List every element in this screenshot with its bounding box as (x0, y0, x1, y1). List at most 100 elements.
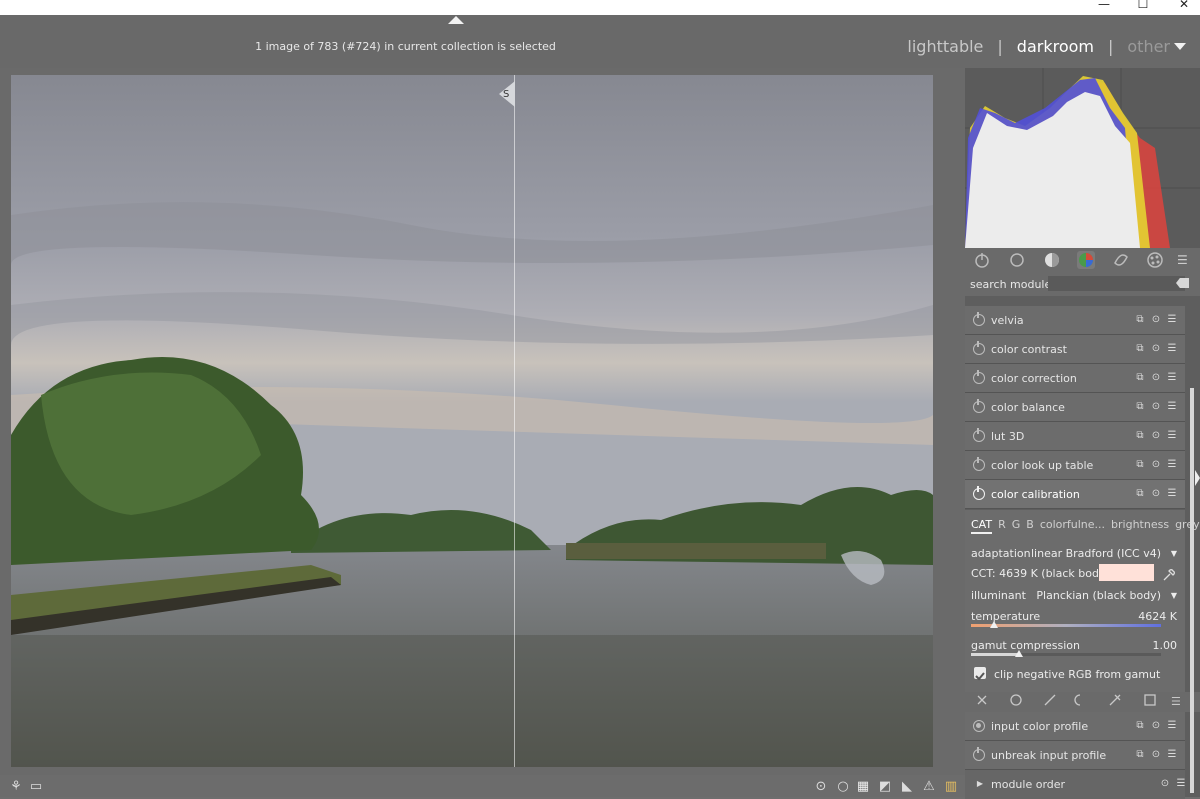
power-icon[interactable] (973, 747, 985, 761)
gamut-compression-slider-handle[interactable] (1014, 650, 1023, 657)
presets-menu-icon[interactable]: ☰ (1167, 402, 1177, 412)
adaptation-row[interactable]: adaptation linear Bradford (ICC v4) ▼ (971, 547, 1177, 560)
module-order[interactable]: ▶ module order ⊙ ☰ (965, 770, 1185, 799)
tab-g[interactable]: G (1012, 518, 1021, 534)
drawn-parametric-mask-icon[interactable] (1109, 694, 1121, 706)
active-modules-tab-icon[interactable] (973, 251, 991, 269)
expand-arrow-icon[interactable]: ▶ (975, 779, 985, 789)
temperature-row[interactable]: temperature 4624 K (971, 610, 1177, 623)
presets-menu-icon[interactable]: ☰ (1167, 721, 1177, 731)
multi-instance-icon[interactable]: ⧉ (1135, 315, 1145, 325)
reset-icon[interactable]: ⊙ (1160, 779, 1170, 789)
uniform-mask-icon[interactable] (1010, 694, 1022, 706)
maximize-button[interactable]: ☐ (1131, 0, 1155, 13)
reset-icon[interactable]: ⊙ (1151, 315, 1161, 325)
mask-menu-icon[interactable]: ☰ (1171, 695, 1181, 708)
color-assessment-icon[interactable]: ▦ (855, 779, 871, 795)
views-dropdown-icon[interactable] (1174, 43, 1186, 50)
multi-instance-icon[interactable]: ⧉ (1135, 431, 1145, 441)
presets-menu-icon[interactable]: ☰ (1167, 373, 1177, 383)
power-icon[interactable] (973, 370, 985, 384)
module-velvia[interactable]: velvia ⧉ ⊙ ☰ (965, 306, 1185, 335)
clip-negative-rgb-checkbox[interactable] (974, 667, 986, 681)
base-group-tab-icon[interactable] (1008, 251, 1026, 269)
presets-menu-icon[interactable]: ☰ (1167, 489, 1177, 499)
presets-menu-icon[interactable]: ☰ (1167, 431, 1177, 441)
collapse-top-panel-arrow-icon[interactable] (448, 16, 464, 24)
reset-icon[interactable]: ⊙ (1151, 402, 1161, 412)
module-color-correction[interactable]: color correction ⧉ ⊙ ☰ (965, 364, 1185, 393)
power-icon[interactable] (973, 399, 985, 413)
presets-menu-icon[interactable]: ☰ (1167, 460, 1177, 470)
reset-icon[interactable]: ⊙ (1151, 373, 1161, 383)
multi-instance-icon[interactable]: ⧉ (1135, 344, 1145, 354)
power-icon[interactable] (973, 486, 985, 500)
reset-icon[interactable]: ⊙ (1151, 431, 1161, 441)
reset-icon[interactable]: ⊙ (1151, 750, 1161, 760)
illuminant-row[interactable]: illuminant Planckian (black body) ▼ (971, 589, 1177, 602)
chevron-down-icon[interactable]: ▼ (1171, 549, 1177, 558)
color-picker-icon[interactable] (1163, 566, 1175, 581)
module-color-look-up-table[interactable]: color look up table ⧉ ⊙ ☰ (965, 451, 1185, 480)
tone-group-tab-icon[interactable] (1043, 251, 1061, 269)
focus-peaking-icon[interactable]: ⊙ (813, 779, 829, 795)
view-other[interactable]: other (1127, 37, 1170, 56)
multi-instance-icon[interactable]: ⧉ (1135, 373, 1145, 383)
split-handle[interactable]: S (499, 81, 515, 107)
chevron-down-icon[interactable]: ▼ (1171, 591, 1177, 600)
presets-menu-icon[interactable]: ☰ (1176, 779, 1186, 789)
power-icon[interactable] (973, 428, 985, 442)
effects-group-tab-icon[interactable] (1146, 251, 1164, 269)
module-color-contrast[interactable]: color contrast ⧉ ⊙ ☰ (965, 335, 1185, 364)
mask-off-icon[interactable] (977, 695, 987, 705)
tab-brightness[interactable]: brightness (1111, 518, 1169, 534)
temperature-slider-handle[interactable] (989, 621, 998, 628)
reset-icon[interactable]: ⊙ (1151, 344, 1161, 354)
presets-icon[interactable]: ⚘ (8, 779, 24, 795)
softproof-icon[interactable]: ◩ (877, 779, 893, 795)
adaptation-value[interactable]: linear Bradford (ICC v4) (1031, 547, 1161, 560)
multi-instance-icon[interactable]: ⧉ (1135, 750, 1145, 760)
tab-colorfulness[interactable]: colorfulne... (1040, 518, 1105, 534)
bulb-icon[interactable]: ○ (835, 779, 851, 795)
drawn-mask-icon[interactable] (1044, 694, 1056, 706)
presets-menu-icon[interactable]: ☰ (1167, 344, 1177, 354)
minimize-button[interactable]: — (1092, 0, 1116, 13)
power-icon[interactable] (973, 341, 985, 355)
guides-icon[interactable]: ▥ (943, 779, 959, 795)
parametric-mask-icon[interactable] (1074, 694, 1081, 706)
multi-instance-icon[interactable]: ⧉ (1135, 402, 1145, 412)
module-color-calibration[interactable]: color calibration ⧉ ⊙ ☰ (965, 480, 1185, 509)
gamut-compression-row[interactable]: gamut compression 1.00 (971, 639, 1177, 652)
correct-group-tab-icon[interactable] (1112, 251, 1130, 269)
reset-icon[interactable]: ⊙ (1151, 489, 1161, 499)
illuminant-value[interactable]: Planckian (black body) (1036, 589, 1161, 602)
illuminant-color-swatch[interactable] (1099, 564, 1154, 581)
power-icon[interactable] (973, 457, 985, 471)
tab-grey[interactable]: grey (1175, 518, 1200, 534)
photo-preview[interactable] (11, 75, 933, 767)
multi-instance-icon[interactable]: ⧉ (1135, 460, 1145, 470)
gamut-check-icon[interactable]: ◣ (899, 779, 915, 795)
split-divider[interactable] (514, 75, 515, 767)
reset-icon[interactable]: ⊙ (1151, 460, 1161, 470)
color-group-tab-icon[interactable] (1077, 251, 1095, 269)
presets-menu-icon[interactable]: ☰ (1167, 315, 1177, 325)
presets-menu-icon[interactable]: ☰ (1167, 750, 1177, 760)
close-button[interactable]: ✕ (1172, 0, 1196, 13)
gamut-compression-slider[interactable] (971, 653, 1161, 656)
groups-menu-icon[interactable]: ☰ (1177, 251, 1195, 269)
tab-b[interactable]: B (1026, 518, 1034, 534)
histogram[interactable] (965, 68, 1200, 248)
second-window-icon[interactable]: ▭ (28, 779, 44, 795)
reset-icon[interactable]: ⊙ (1151, 721, 1161, 731)
collapse-right-panel-icon[interactable] (1195, 470, 1200, 486)
multi-instance-icon[interactable]: ⧉ (1135, 721, 1145, 731)
module-unbreak-input-profile[interactable]: unbreak input profile ⧉ ⊙ ☰ (965, 741, 1185, 770)
multi-instance-icon[interactable]: ⧉ (1135, 489, 1145, 499)
tab-cat[interactable]: CAT (971, 518, 993, 534)
tab-r[interactable]: R (998, 518, 1006, 534)
module-input-color-profile[interactable]: input color profile ⧉ ⊙ ☰ (965, 712, 1185, 741)
view-darkroom[interactable]: darkroom (1017, 37, 1094, 56)
module-color-balance[interactable]: color balance ⧉ ⊙ ☰ (965, 393, 1185, 422)
